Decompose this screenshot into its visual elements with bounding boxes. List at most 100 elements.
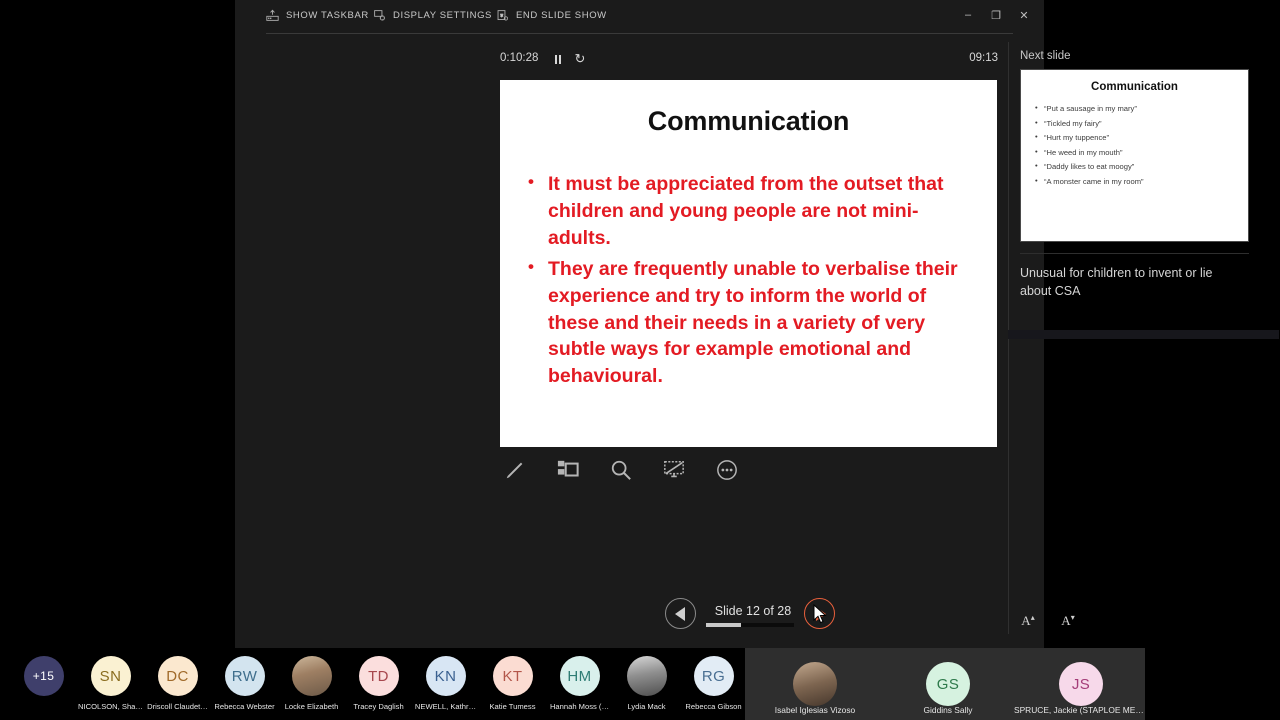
notes-panel: Next slide Communication “Put a sausage …: [1020, 50, 1268, 300]
font-smaller-label: A: [1061, 613, 1071, 628]
timer-row: 0:10:28 ↻ 09:13: [500, 50, 998, 72]
all-slides-icon[interactable]: [553, 455, 583, 485]
elapsed-timer: 0:10:28: [500, 52, 539, 64]
display-settings-label: DISPLAY SETTINGS: [393, 10, 492, 21]
participant-tile[interactable]: RG Rebecca Gibson: [680, 648, 747, 720]
pen-icon[interactable]: [500, 455, 530, 485]
slide-counter: Slide 12 of 28: [714, 604, 792, 618]
up-arrow-icon: ▴: [1030, 613, 1035, 622]
slide-navigation: Slide 12 of 28: [665, 598, 835, 632]
avatar-initials: RW: [224, 656, 265, 696]
decrease-font-size-button[interactable]: A ▾: [1057, 613, 1079, 633]
participant-tile[interactable]: TD Tracey Daglish: [345, 648, 412, 720]
participant-tile[interactable]: Lydia Mack: [613, 648, 680, 720]
thumbnail-bullet: “A monster came in my room”: [1035, 174, 1248, 190]
more-options-icon[interactable]: [712, 455, 742, 485]
speaker-notes-text[interactable]: Unusual for children to invent or lie ab…: [1020, 264, 1240, 300]
avatar-initials: KN: [425, 656, 466, 696]
grid-glyph: [557, 460, 579, 477]
pause-bar-left: [555, 54, 557, 64]
blank-screen-glyph: [664, 461, 684, 478]
participant-tile[interactable]: RW Rebecca Webster: [211, 648, 278, 720]
avatar-initials: KT: [492, 656, 533, 696]
minimize-button[interactable]: –: [954, 4, 982, 26]
thumbnail-bullet-list: “Put a sausage in my mary” “Tickled my f…: [1035, 101, 1248, 190]
participant-tile[interactable]: GS Giddins Sally: [881, 648, 1015, 720]
end-slide-show-label: END SLIDE SHOW: [516, 10, 607, 21]
next-slide-thumbnail[interactable]: Communication “Put a sausage in my mary”…: [1020, 69, 1249, 242]
avatar-initials: DC: [157, 656, 198, 696]
presenter-toolbar: SHOW TASKBAR DISPLAY SETTINGS ▾ END SLID…: [235, 0, 1044, 34]
pause-bar-right: [559, 54, 561, 64]
toolbar-divider: [266, 33, 1013, 34]
slide-tools: [500, 455, 742, 485]
next-slide-label: Next slide: [1020, 50, 1071, 62]
slide-progress-fill: [706, 623, 742, 627]
black-screen-icon[interactable]: [659, 455, 689, 485]
avatar-initials: RG: [693, 656, 734, 696]
thumbnail-bullet: “Put a sausage in my mary”: [1035, 101, 1248, 117]
taskbar-icon: [266, 9, 279, 21]
participant-name: Rebecca Gibson: [685, 702, 742, 711]
participant-tile[interactable]: SN NICOLSON, Sha…: [77, 648, 144, 720]
thumbnail-bullet: “Hurt my tuppence”: [1035, 130, 1248, 146]
slide-progress-track[interactable]: [706, 623, 794, 627]
mouse-cursor: [813, 604, 827, 624]
participant-tile[interactable]: DC Driscoll Claudet…: [144, 648, 211, 720]
magnifier-glyph: [611, 460, 631, 480]
notes-divider: [1020, 253, 1249, 254]
notes-font-size-controls: A ▴ A ▾: [1017, 613, 1079, 633]
participant-name: Isabel Iglesias Vizoso: [774, 705, 856, 715]
down-arrow-icon: ▾: [1070, 613, 1075, 622]
show-taskbar-label: SHOW TASKBAR: [286, 10, 369, 21]
display-settings-icon: [374, 10, 385, 21]
avatar-photo: [793, 662, 837, 706]
pen-glyph: [506, 462, 523, 479]
participant-strip: +15 SN NICOLSON, Sha… DC Driscoll Claudet… RW…: [0, 648, 1280, 720]
participant-tile[interactable]: +15: [10, 648, 77, 720]
ellipsis-glyph: [717, 460, 737, 480]
wall-clock: 09:13: [969, 52, 998, 64]
avatar-photo: [291, 656, 332, 696]
notes-band: [1008, 330, 1279, 339]
participant-tile[interactable]: HM Hannah Moss (…: [546, 648, 613, 720]
presenter-view-window: SHOW TASKBAR DISPLAY SETTINGS ▾ END SLID…: [235, 0, 1279, 648]
avatar-initials: JS: [1059, 662, 1103, 706]
left-triangle-icon: [674, 606, 685, 621]
participant-tile[interactable]: Locke Elizabeth: [278, 648, 345, 720]
slide-bullet: They are frequently unable to verbalise …: [526, 255, 975, 391]
zoom-icon[interactable]: [606, 455, 636, 485]
screen: SHOW TASKBAR DISPLAY SETTINGS ▾ END SLID…: [0, 0, 1280, 720]
pause-timer-button[interactable]: [550, 51, 566, 67]
avatar-photo: [626, 656, 667, 696]
thumbnail-bullet: “Daddy likes to eat moogy”: [1035, 159, 1248, 175]
thumbnail-bullet: “Tickled my fairy”: [1035, 116, 1248, 132]
slide-bullet: It must be appreciated from the outset t…: [526, 170, 975, 252]
reset-timer-button[interactable]: ↻: [572, 51, 588, 67]
participant-name: SPRUCE, Jackie (STAPLOE MEDICAL…: [1014, 705, 1148, 715]
current-slide[interactable]: Communication It must be appreciated fro…: [500, 80, 997, 447]
thumbnail-title: Communication: [1091, 81, 1178, 93]
slide-bullet-list: It must be appreciated from the outset t…: [526, 170, 975, 391]
end-slide-show-button[interactable]: END SLIDE SHOW: [496, 9, 607, 22]
participant-name: Giddins Sally: [923, 705, 973, 715]
close-button[interactable]: ✕: [1010, 4, 1038, 26]
avatar-initials: SN: [90, 656, 131, 696]
avatar-initials: HM: [559, 656, 600, 696]
participant-tile[interactable]: KT Katie Tumess: [479, 648, 546, 720]
previous-slide-button[interactable]: [665, 598, 696, 629]
slide-title: Communication: [647, 106, 850, 136]
participant-tile[interactable]: KN NEWELL, Kathr…: [412, 648, 479, 720]
show-taskbar-button[interactable]: SHOW TASKBAR: [266, 9, 369, 22]
participant-tile[interactable]: Isabel Iglesias Vizoso: [748, 648, 882, 720]
font-larger-label: A: [1021, 613, 1031, 628]
display-settings-button[interactable]: DISPLAY SETTINGS ▾: [373, 9, 504, 22]
restore-button[interactable]: ❐: [982, 4, 1010, 26]
participant-tile[interactable]: JSSPRUCE, Jackie (STAPLOE MEDICAL…: [1014, 648, 1148, 720]
avatar-initials: GS: [926, 662, 970, 706]
thumbnail-bullet: “He weed in my mouth”: [1035, 145, 1248, 161]
end-show-icon: [497, 10, 509, 21]
avatar-initials: TD: [358, 656, 399, 696]
increase-font-size-button[interactable]: A ▴: [1017, 613, 1039, 633]
window-controls: – ❐ ✕: [954, 4, 1038, 26]
